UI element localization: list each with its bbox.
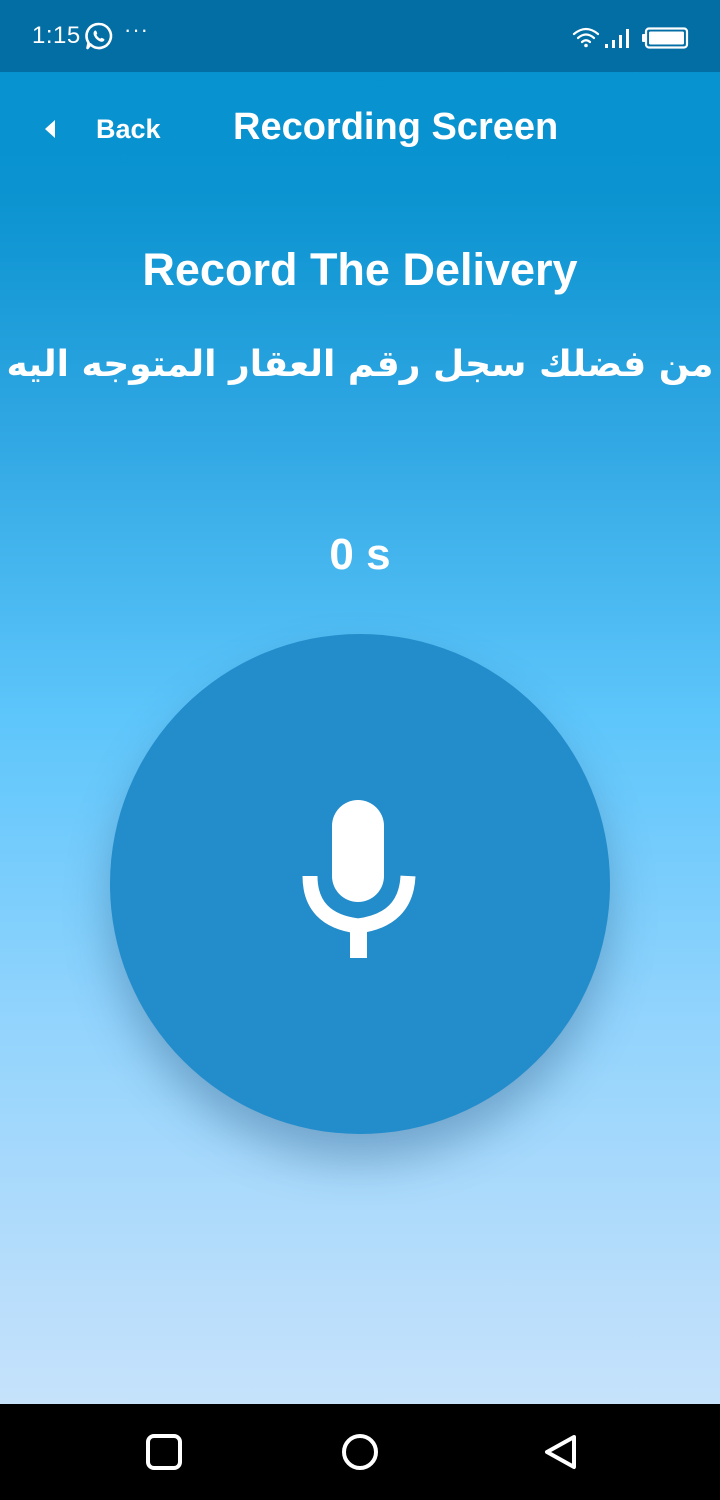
app-header: Back Recording Screen	[0, 72, 720, 184]
navigation-bar	[0, 1404, 720, 1500]
signal-icon	[605, 29, 629, 48]
home-circle-icon[interactable]	[340, 1432, 380, 1472]
record-heading: Record The Delivery	[142, 244, 578, 295]
app-screen: 1:15 ··· Back Recording Screen Record Th…	[0, 0, 720, 1404]
back-triangle-icon[interactable]	[542, 1432, 582, 1472]
microphone-icon	[302, 800, 416, 958]
record-button[interactable]	[110, 634, 610, 1134]
wifi-icon	[572, 27, 600, 48]
page-title: Recording Screen	[233, 106, 559, 148]
status-time: 1:15	[32, 22, 81, 49]
more-notifications-icon: ···	[124, 17, 149, 42]
back-label: Back	[96, 113, 161, 144]
back-arrow-icon	[45, 120, 55, 138]
whatsapp-icon	[85, 22, 113, 50]
instruction-text: من فضلك سجل رقم العقار المتوجه اليه	[6, 344, 714, 385]
status-bar: 1:15 ···	[0, 0, 720, 72]
battery-icon	[642, 27, 689, 49]
back-button[interactable]: Back	[40, 102, 161, 156]
recording-timer: 0 s	[329, 530, 391, 579]
recents-square-icon[interactable]	[144, 1432, 184, 1472]
